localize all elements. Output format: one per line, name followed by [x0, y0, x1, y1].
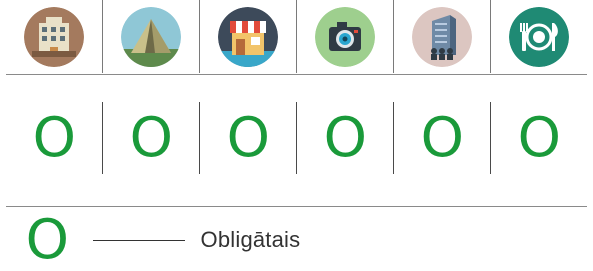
- obligatory-mark: O: [323, 106, 367, 169]
- obligatory-mark: O: [420, 106, 464, 169]
- legend-symbol: O: [25, 208, 69, 271]
- column-office: [393, 0, 490, 73]
- mark-cell: O: [296, 102, 393, 174]
- mark-cell: O: [393, 102, 490, 174]
- camera-icon: [315, 6, 375, 67]
- mark-cell: O: [102, 102, 199, 174]
- category-icons-row: [6, 0, 587, 73]
- legend: O Obligātais: [25, 208, 301, 271]
- shop-store-icon: [218, 6, 278, 67]
- obligatory-mark: O: [226, 106, 270, 169]
- column-hotel: [6, 0, 102, 73]
- mark-cell: O: [199, 102, 296, 174]
- column-camping: [102, 0, 199, 73]
- legend-divider: [6, 206, 587, 207]
- tent-camping-icon: [121, 6, 181, 67]
- column-camera: [296, 0, 393, 73]
- legend-line: [92, 239, 185, 241]
- obligatory-mark: O: [32, 106, 76, 169]
- column-shop: [199, 0, 296, 73]
- mark-cell: O: [490, 102, 587, 174]
- header-divider: [6, 74, 587, 75]
- column-restaurant: [490, 0, 587, 73]
- obligatory-mark: O: [129, 106, 173, 169]
- mark-cell: O: [6, 102, 102, 174]
- obligatory-mark: O: [517, 106, 561, 169]
- legend-label: Obligātais: [200, 227, 301, 252]
- plate-cutlery-icon: [509, 6, 569, 67]
- requirement-marks-row: O O O O O O: [6, 102, 587, 174]
- office-building-people-icon: [412, 6, 472, 67]
- hotel-building-icon: [24, 6, 84, 67]
